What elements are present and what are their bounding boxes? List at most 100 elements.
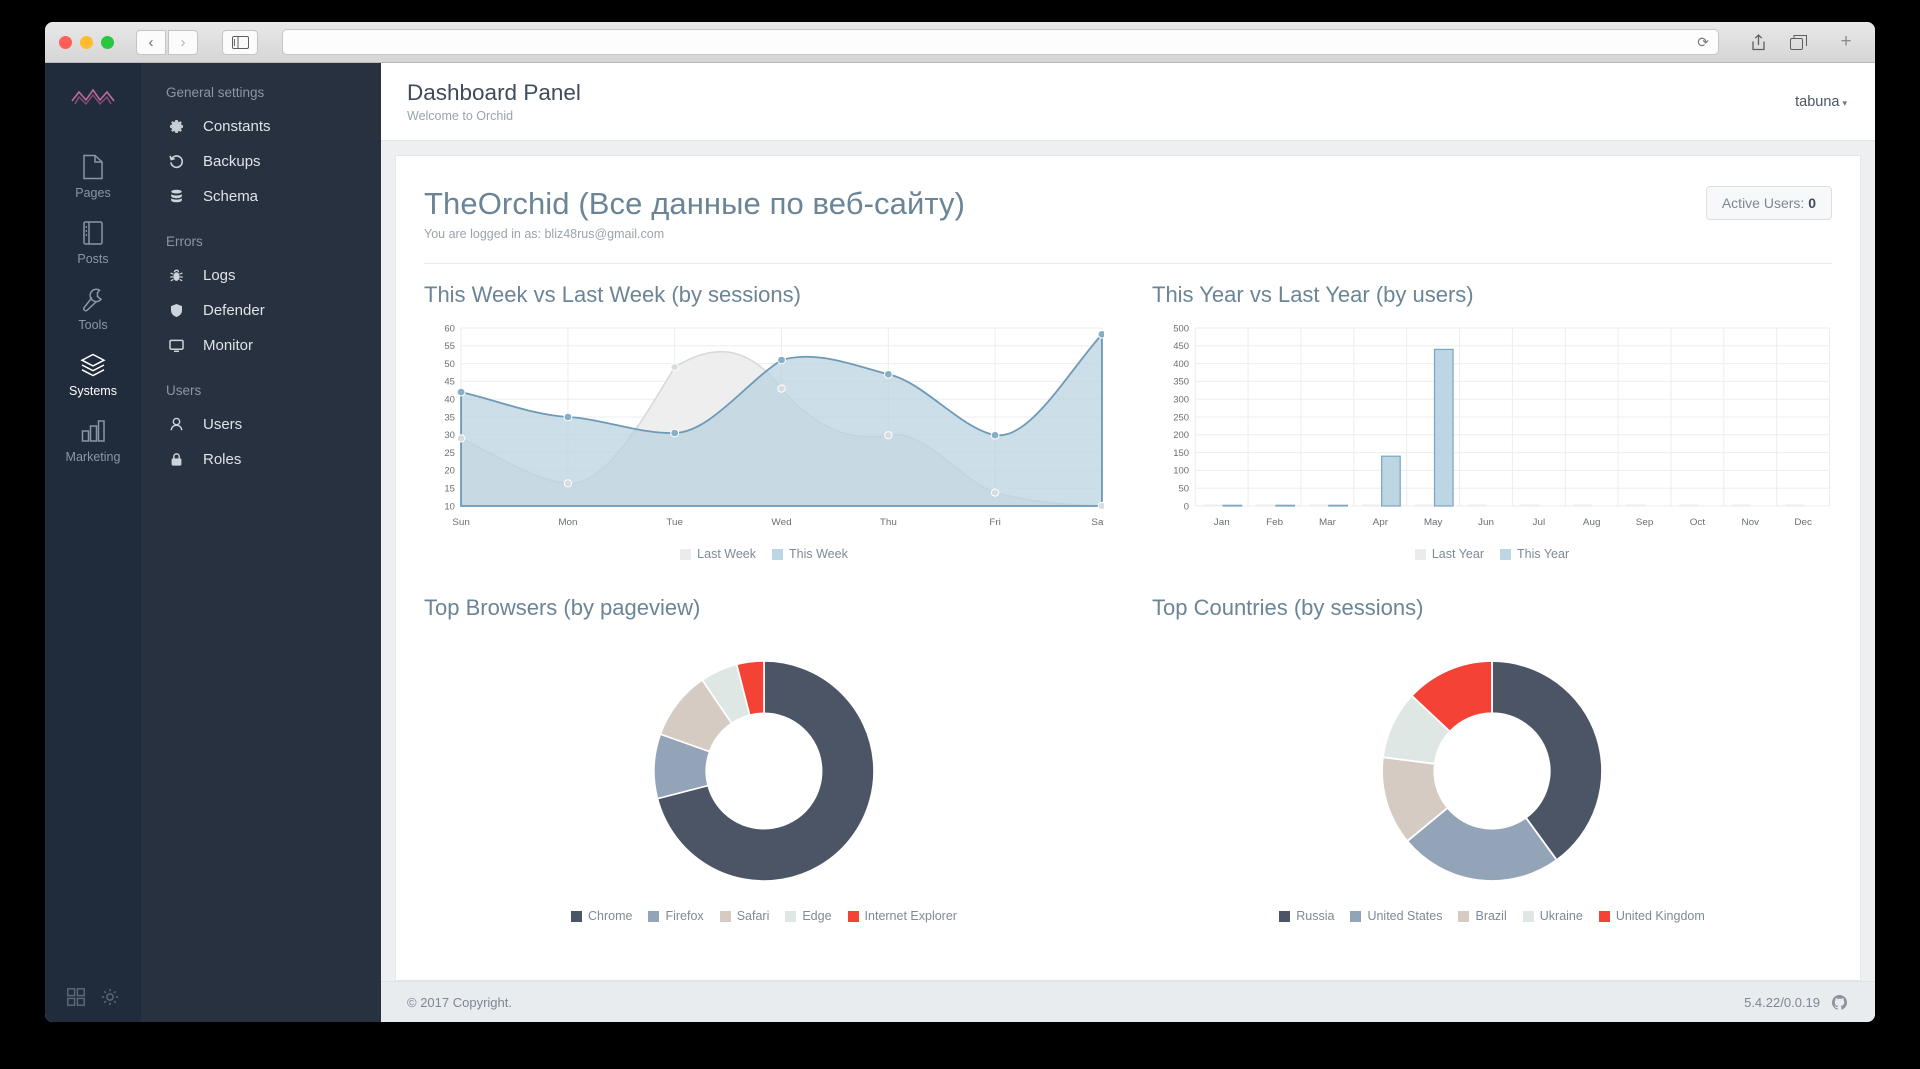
menu-item-monitor[interactable]: Monitor xyxy=(141,328,381,363)
menu-item-users[interactable]: Users xyxy=(141,407,381,442)
legend-label: Firefox xyxy=(665,909,704,923)
menu-item-label: Logs xyxy=(203,267,236,284)
bug-icon xyxy=(169,268,195,283)
navigation-buttons[interactable]: ‹ › xyxy=(136,29,198,55)
chart-canvas xyxy=(424,633,1104,897)
active-users-value: 0 xyxy=(1808,195,1816,211)
menu-item-logs[interactable]: Logs xyxy=(141,258,381,293)
reload-icon[interactable]: ⟳ xyxy=(1697,34,1709,51)
lock-icon xyxy=(169,452,195,467)
grid-icon[interactable] xyxy=(67,988,85,1006)
legend-item[interactable]: Internet Explorer xyxy=(847,909,957,923)
chart-canvas xyxy=(1152,633,1832,897)
legend-swatch xyxy=(1350,910,1362,922)
user-menu[interactable]: tabuna ▾ xyxy=(1795,94,1847,110)
legend-item[interactable]: Edge xyxy=(785,909,832,923)
svg-text:Sep: Sep xyxy=(1636,517,1654,528)
active-users-badge[interactable]: Active Users: 0 xyxy=(1705,186,1832,220)
legend-item[interactable]: This Week xyxy=(772,547,848,561)
maximize-window-button[interactable] xyxy=(101,35,114,49)
legend-item[interactable]: Brazil xyxy=(1458,909,1507,923)
legend-swatch xyxy=(1500,548,1511,560)
menu-item-constants[interactable]: Constants xyxy=(141,109,381,144)
page-title: Dashboard Panel xyxy=(407,80,581,106)
menu-item-backups[interactable]: Backups xyxy=(141,144,381,179)
legend-label: Internet Explorer xyxy=(864,909,957,923)
browsers-donut-svg xyxy=(653,660,875,882)
legend-item[interactable]: United States xyxy=(1350,909,1442,923)
svg-text:15: 15 xyxy=(444,484,455,494)
menu-item-label: Defender xyxy=(203,302,265,319)
legend-swatch xyxy=(1458,910,1470,922)
legend-swatch xyxy=(648,910,660,922)
legend-item[interactable]: Last Year xyxy=(1414,547,1484,561)
legend-item[interactable]: Chrome xyxy=(571,909,632,923)
chart-sessions-week: This Week vs Last Week (by sessions) 60 … xyxy=(424,282,1128,561)
menu-item-label: Schema xyxy=(203,188,259,205)
svg-text:Aug: Aug xyxy=(1583,517,1601,528)
sidebar-item-pages[interactable]: Pages xyxy=(45,143,141,209)
area-chart-axes: 60 55 50 45 40 35 30 25 20 15 10 Sun Mon… xyxy=(444,323,1104,528)
svg-text:Jun: Jun xyxy=(1478,517,1494,528)
legend-item[interactable]: Ukraine xyxy=(1522,909,1583,923)
svg-text:Tue: Tue xyxy=(666,517,683,528)
svg-text:Apr: Apr xyxy=(1373,517,1389,528)
sidebar-item-systems[interactable]: Systems xyxy=(45,341,141,407)
legend-item[interactable]: Last Week xyxy=(680,547,756,561)
legend-item[interactable]: United Kingdom xyxy=(1598,909,1705,923)
svg-text:50: 50 xyxy=(1179,484,1190,494)
gear-icon[interactable] xyxy=(101,988,119,1006)
page-footer: © 2017 Copyright. 5.4.22/0.0.19 xyxy=(381,981,1875,1022)
legend-item[interactable]: Russia xyxy=(1279,909,1334,923)
tabs-icon xyxy=(1789,34,1807,50)
dashboard-card: TheOrchid (Все данные по веб-сайту) You … xyxy=(395,155,1861,981)
menu-item-schema[interactable]: Schema xyxy=(141,179,381,214)
forward-button[interactable]: › xyxy=(168,29,198,55)
legend-label: Brazil xyxy=(1475,909,1507,923)
chart-legend: Russia United States Brazil Ukraine Unit… xyxy=(1152,909,1832,923)
app-logo[interactable] xyxy=(70,87,116,109)
legend-item[interactable]: Safari xyxy=(719,909,770,923)
legend-item[interactable]: This Year xyxy=(1500,547,1569,561)
y-axis-ticks: 500 450 400 350 300 250 200 150 100 50 0 xyxy=(1173,323,1189,511)
new-tab-button[interactable]: + xyxy=(1831,30,1861,55)
sidebar-item-marketing[interactable]: Marketing xyxy=(45,407,141,473)
close-window-button[interactable] xyxy=(59,35,72,49)
legend-label: Chrome xyxy=(588,909,633,923)
svg-text:45: 45 xyxy=(444,377,455,387)
sidebar-item-posts[interactable]: Posts xyxy=(45,209,141,275)
page-subtitle: Welcome to Orchid xyxy=(407,108,514,123)
window-controls[interactable] xyxy=(59,35,114,49)
minimize-window-button[interactable] xyxy=(80,35,93,49)
bar-chart-axes: 500 450 400 350 300 250 200 150 100 50 0… xyxy=(1173,323,1812,528)
menu-item-roles[interactable]: Roles xyxy=(141,442,381,477)
main-content: Dashboard Panel Welcome to Orchid tabuna… xyxy=(381,63,1875,1022)
chart-top-browsers: Top Browsers (by pageview) Chrome Firefo… xyxy=(424,595,1128,923)
chevron-down-icon: ▾ xyxy=(1842,97,1847,108)
version-text: 5.4.22/0.0.19 xyxy=(1744,994,1820,1010)
legend-label: Ukraine xyxy=(1539,909,1583,923)
back-button[interactable]: ‹ xyxy=(136,29,166,55)
menu-item-label: Monitor xyxy=(203,337,254,354)
github-icon[interactable] xyxy=(1832,994,1847,1010)
user-menu-label: tabuna xyxy=(1795,93,1840,110)
show-tabs-button[interactable] xyxy=(1783,30,1813,55)
legend-item[interactable]: Firefox xyxy=(648,909,704,923)
menu-item-defender[interactable]: Defender xyxy=(141,293,381,328)
chart-top-countries: Top Countries (by sessions) Russia Unite… xyxy=(1128,595,1832,923)
address-bar[interactable]: ⟳ xyxy=(282,29,1719,55)
legend-label: Safari xyxy=(736,909,770,923)
svg-text:Sat: Sat xyxy=(1091,517,1104,528)
share-button[interactable] xyxy=(1743,30,1773,55)
chart-canvas: 60 55 50 45 40 35 30 25 20 15 10 Sun Mon… xyxy=(424,320,1104,535)
menu-group-title: Users xyxy=(166,383,202,398)
sidebar-item-tools[interactable]: Tools xyxy=(45,275,141,341)
menu-group-title: Errors xyxy=(166,234,203,249)
legend-label: United Kingdom xyxy=(1615,909,1705,923)
browser-titlebar: ‹ › ⟳ + xyxy=(45,22,1875,63)
gear-icon xyxy=(169,119,195,134)
chart-title: This Year vs Last Year (by users) xyxy=(1152,282,1474,307)
sidebar-toggle-button[interactable] xyxy=(222,29,258,55)
svg-text:Nov: Nov xyxy=(1742,517,1760,528)
svg-text:Fri: Fri xyxy=(989,517,1001,528)
